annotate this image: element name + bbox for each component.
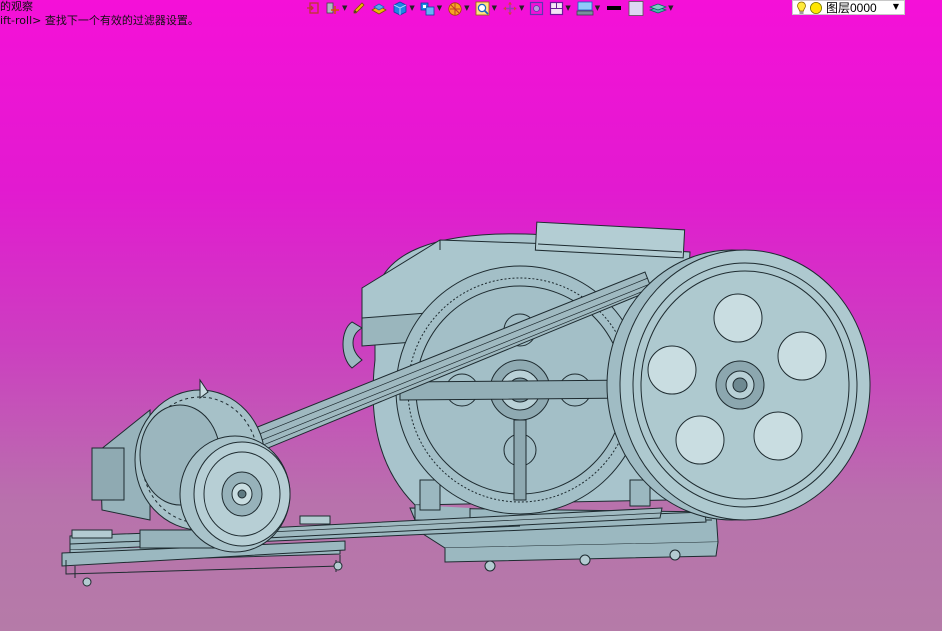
small-pulley (179, 435, 291, 553)
big-pulley (606, 249, 871, 521)
drawing-viewport[interactable]: 的观察 ift-roll> 查找下一个有效的过滤器设置。 ▼ ▼ ▼ ▼ ▼ ▼… (0, 0, 942, 631)
crusher-model (61, 221, 871, 587)
